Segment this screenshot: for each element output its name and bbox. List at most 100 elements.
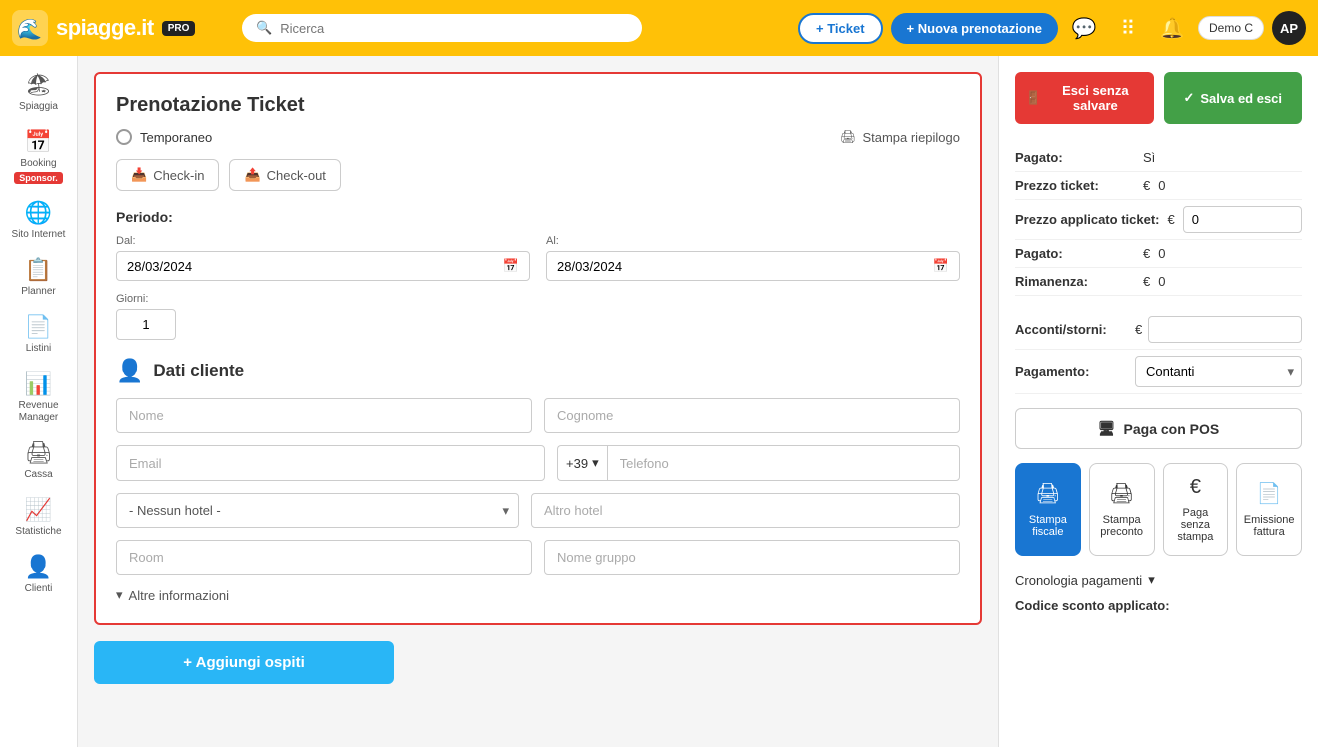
pagamento-row: Pagamento: Contanti Carta di credito Bon…	[1015, 350, 1302, 394]
rimanenza-label: Rimanenza:	[1015, 274, 1135, 289]
esci-button[interactable]: 🚪 Esci senza salvare	[1015, 72, 1154, 124]
pagato-value: Sì	[1143, 150, 1155, 165]
nav-actions: + Ticket + Nuova prenotazione 💬 ⠿ 🔔 Demo…	[798, 10, 1306, 46]
checkin-button[interactable]: 📥 Check-in	[116, 159, 219, 191]
dal-input[interactable]	[127, 259, 495, 274]
sidebar-item-spiaggia[interactable]: 🏖 Spiaggia	[0, 64, 77, 121]
phone-wrap: +39 ▾	[557, 445, 960, 481]
demo-label[interactable]: Demo C	[1198, 16, 1264, 40]
pagato2-row: Pagato: € 0	[1015, 240, 1302, 268]
dati-section: 👤 Dati cliente +39 ▾	[116, 358, 960, 603]
emissione-fattura-label: Emissione fattura	[1243, 514, 1295, 538]
al-input[interactable]	[557, 259, 925, 274]
giorni-input[interactable]	[116, 309, 176, 340]
ticket-card: Prenotazione Ticket Temporaneo 🖨 Stampa …	[94, 72, 982, 625]
person-icon: 👤	[116, 358, 143, 384]
hotel-select-wrap: - Nessun hotel - ▾	[116, 493, 519, 528]
chat-icon-button[interactable]: 💬	[1066, 10, 1102, 46]
chevron-down-icon: ▾	[116, 587, 123, 603]
pagato2-value: 0	[1158, 246, 1165, 261]
salva-button[interactable]: ✓ Salva ed esci	[1164, 72, 1303, 124]
avatar[interactable]: AP	[1272, 11, 1306, 45]
altre-informazioni-toggle[interactable]: ▾ Altre informazioni	[116, 587, 960, 603]
euro-icon: €	[1190, 476, 1201, 499]
ticket-button[interactable]: + Ticket	[798, 13, 883, 44]
periodo-label: Periodo:	[116, 209, 960, 225]
prezzo-applicato-currency: €	[1167, 212, 1174, 227]
paga-pos-button[interactable]: 🖥 Paga con POS	[1015, 408, 1302, 449]
sidebar-item-sito[interactable]: 🌐 Sito Internet	[0, 192, 77, 249]
sidebar-item-statistiche[interactable]: 📈 Statistiche	[0, 489, 77, 546]
pagato2-label: Pagato:	[1015, 246, 1135, 261]
topnav: 🌊 spiagge.it PRO 🔍 + Ticket + Nuova pren…	[0, 0, 1318, 56]
sidebar-item-cassa[interactable]: 🖨 Cassa	[0, 432, 77, 489]
room-gruppo-row	[116, 540, 960, 575]
giorni-label: Giorni:	[116, 293, 960, 305]
acconti-input-wrap	[1148, 316, 1302, 343]
checkout-button[interactable]: 📤 Check-out	[229, 159, 340, 191]
spiaggia-icon: 🏖	[25, 72, 53, 98]
sidebar-label-spiaggia: Spiaggia	[19, 101, 58, 113]
temporaneo-radio[interactable]	[116, 129, 132, 145]
pro-badge: PRO	[162, 21, 196, 36]
check-icon: ✓	[1183, 90, 1194, 106]
sidebar-item-booking[interactable]: 📅 Booking Sponsor.	[0, 121, 77, 192]
prezzo-ticket-row: Prezzo ticket: € 0	[1015, 172, 1302, 200]
hotel-select[interactable]: - Nessun hotel -	[116, 493, 519, 528]
emissione-fattura-button[interactable]: 📄 Emissione fattura	[1236, 463, 1302, 556]
country-code-select[interactable]: +39 ▾	[557, 445, 607, 481]
svg-text:🌊: 🌊	[17, 17, 42, 41]
aggiungi-ospiti-button[interactable]: + Aggiungi ospiti	[94, 641, 394, 684]
cognome-input[interactable]	[544, 398, 960, 433]
paga-senza-stampa-label: Paga senza stampa	[1170, 507, 1222, 543]
room-input[interactable]	[116, 540, 532, 575]
temporaneo-label[interactable]: Temporaneo	[116, 129, 212, 145]
telefono-input[interactable]	[607, 445, 960, 481]
nuova-prenotazione-button[interactable]: + Nuova prenotazione	[891, 13, 1058, 44]
dal-field: Dal: 📅	[116, 235, 530, 281]
sidebar-item-revenue[interactable]: 📊 Revenue Manager	[0, 363, 77, 432]
nome-input[interactable]	[116, 398, 532, 433]
cronologia-toggle[interactable]: Cronologia pagamenti ▾	[1015, 572, 1302, 588]
sidebar: 🏖 Spiaggia 📅 Booking Sponsor. 🌐 Sito Int…	[0, 56, 78, 747]
stampa-preconto-button[interactable]: 🖨 Stampa preconto	[1089, 463, 1155, 556]
salva-label: Salva ed esci	[1200, 91, 1282, 106]
al-calendar-icon[interactable]: 📅	[933, 258, 949, 274]
al-input-wrap: 📅	[546, 251, 960, 281]
prezzo-applicato-input[interactable]	[1192, 212, 1262, 227]
acconti-currency: €	[1135, 322, 1142, 337]
paga-senza-stampa-button[interactable]: € Paga senza stampa	[1163, 463, 1229, 556]
email-input[interactable]	[116, 445, 545, 481]
altro-hotel-input[interactable]	[531, 493, 960, 528]
stampa-riepilogo-label: Stampa riepilogo	[862, 130, 960, 145]
rimanenza-currency: €	[1143, 274, 1150, 289]
sidebar-label-sito: Sito Internet	[12, 229, 66, 241]
page-title: Prenotazione Ticket	[116, 94, 960, 117]
pos-icon: 🖥	[1098, 420, 1116, 437]
checkin-row: 📥 Check-in 📤 Check-out	[116, 159, 960, 191]
dal-calendar-icon[interactable]: 📅	[503, 258, 519, 274]
search-input[interactable]	[280, 21, 628, 36]
sidebar-item-clienti[interactable]: 👤 Clienti	[0, 546, 77, 603]
stampa-fiscale-label: Stampa fiscale	[1022, 514, 1074, 538]
bell-icon-button[interactable]: 🔔	[1154, 10, 1190, 46]
statistiche-icon: 📈	[25, 497, 52, 523]
temporaneo-text: Temporaneo	[140, 130, 212, 145]
checkin-icon: 📥	[131, 167, 147, 183]
pagamento-select[interactable]: Contanti Carta di credito Bonifico POS	[1135, 356, 1302, 387]
acconti-input[interactable]	[1157, 322, 1293, 337]
logo-text: spiagge.it	[56, 15, 154, 41]
stampa-riepilogo-button[interactable]: 🖨 Stampa riepilogo	[840, 129, 960, 145]
search-bar[interactable]: 🔍	[242, 14, 642, 42]
sito-icon: 🌐	[25, 200, 52, 226]
hotel-row: - Nessun hotel - ▾	[116, 493, 960, 528]
pagato-label: Pagato:	[1015, 150, 1135, 165]
nome-gruppo-input[interactable]	[544, 540, 960, 575]
grid-icon-button[interactable]: ⠿	[1110, 10, 1146, 46]
sidebar-item-planner[interactable]: 📋 Planner	[0, 249, 77, 306]
stampa-fiscale-button[interactable]: 🖨 Stampa fiscale	[1015, 463, 1081, 556]
planner-icon: 📋	[25, 257, 52, 283]
sidebar-item-listini[interactable]: 📄 Listini	[0, 306, 77, 363]
temporaneo-row: Temporaneo 🖨 Stampa riepilogo	[116, 129, 960, 145]
rimanenza-value: 0	[1158, 274, 1165, 289]
